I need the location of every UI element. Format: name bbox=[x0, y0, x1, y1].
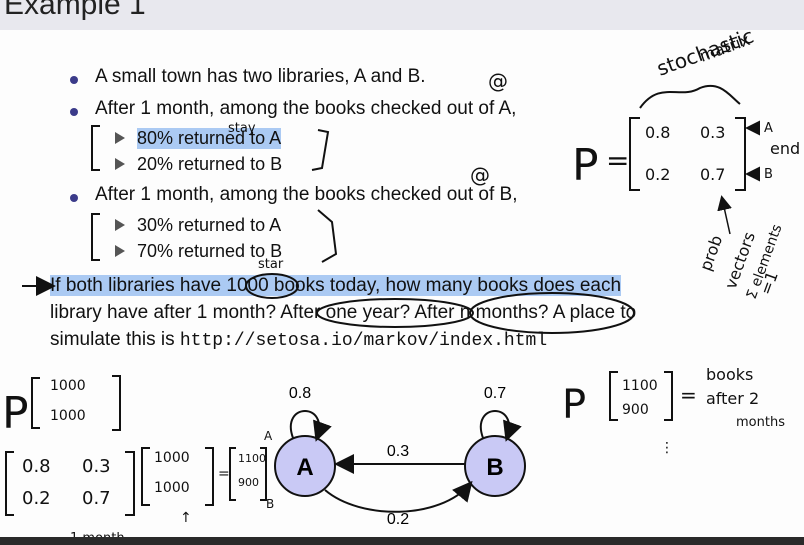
handwritten-result-cell: 1100 bbox=[238, 452, 266, 465]
handwritten-label-a: A bbox=[264, 429, 273, 443]
matrix-right-bracket bbox=[735, 117, 746, 191]
self-loop-b bbox=[479, 410, 522, 442]
edge-b-to-a-label: 0.3 bbox=[387, 443, 409, 460]
handwritten-vector-cell: 1000 bbox=[50, 378, 86, 394]
circle-mark bbox=[316, 298, 474, 328]
matrix-cell: 0.8 bbox=[645, 123, 670, 142]
handwritten-up-arrow: ↑ bbox=[180, 510, 192, 526]
taskbar bbox=[0, 537, 804, 545]
handwritten-prob: prob bbox=[696, 233, 726, 274]
handwritten-equals: = bbox=[218, 466, 230, 482]
annotation-layer: A B 0.8 0.7 0.3 0.2 stochastic matrix P … bbox=[2, 24, 800, 545]
matrix-left-bracket bbox=[629, 117, 640, 191]
brace-mark bbox=[639, 85, 741, 109]
handwritten-equals: = bbox=[606, 144, 629, 177]
edge-a-to-b-label: 0.2 bbox=[387, 511, 409, 528]
matrix-cell: 0.3 bbox=[700, 123, 725, 142]
handwritten-books: books bbox=[706, 365, 753, 384]
handwritten-equals: = bbox=[680, 383, 697, 407]
matrix-cell: 0.2 bbox=[645, 165, 670, 184]
handwritten-dots: ⋮ bbox=[660, 440, 674, 456]
handwritten-matrix-cell: 0.3 bbox=[82, 456, 111, 477]
state-a-label: A bbox=[296, 454, 313, 481]
circle-mark bbox=[469, 292, 635, 334]
handwritten-matrix-cell: 0.2 bbox=[22, 488, 51, 509]
self-loop-b-label: 0.7 bbox=[484, 385, 506, 402]
self-loop-a-label: 0.8 bbox=[289, 385, 311, 402]
handwritten-vector-cell: 1000 bbox=[154, 450, 190, 466]
handwritten-stay: stay bbox=[228, 121, 256, 136]
handwritten-result-cell: 900 bbox=[238, 476, 259, 489]
handwritten-matrix-cell: 0.8 bbox=[22, 456, 51, 477]
markov-diagram: A B 0.8 0.7 0.3 0.2 bbox=[274, 385, 526, 528]
handwritten-p: P bbox=[2, 388, 29, 439]
handwritten-matrix-cell: 0.7 bbox=[82, 488, 111, 509]
handwritten-p: P bbox=[572, 140, 599, 191]
edge-a-to-b bbox=[324, 480, 473, 513]
circle-mark bbox=[245, 273, 299, 299]
handwritten-end: end bbox=[770, 139, 800, 158]
handwritten-star: star bbox=[258, 257, 284, 272]
handwritten-at: @ bbox=[488, 69, 508, 93]
self-loop-a bbox=[289, 410, 332, 442]
handwritten-vector-cell: 1000 bbox=[154, 480, 190, 496]
handwritten-start-a: A bbox=[764, 121, 773, 136]
handwritten-vector-cell: 1000 bbox=[50, 408, 86, 424]
matrix-cell: 0.7 bbox=[700, 165, 725, 184]
handwritten-end-b: B bbox=[764, 167, 773, 182]
handwritten-vector-cell: 900 bbox=[622, 402, 649, 418]
handwritten-at: @ bbox=[470, 163, 490, 187]
handwritten-vector-cell: 1100 bbox=[622, 378, 658, 394]
handwriting: stochastic matrix P = 0.8 0.3 0.2 0.7 A … bbox=[2, 24, 800, 545]
handwritten-months: months bbox=[736, 415, 785, 430]
handwritten-label-b: B bbox=[266, 497, 274, 511]
state-b-label: B bbox=[486, 454, 503, 481]
handwritten-p: P bbox=[562, 382, 586, 428]
handwritten-after2: after 2 bbox=[706, 389, 759, 408]
